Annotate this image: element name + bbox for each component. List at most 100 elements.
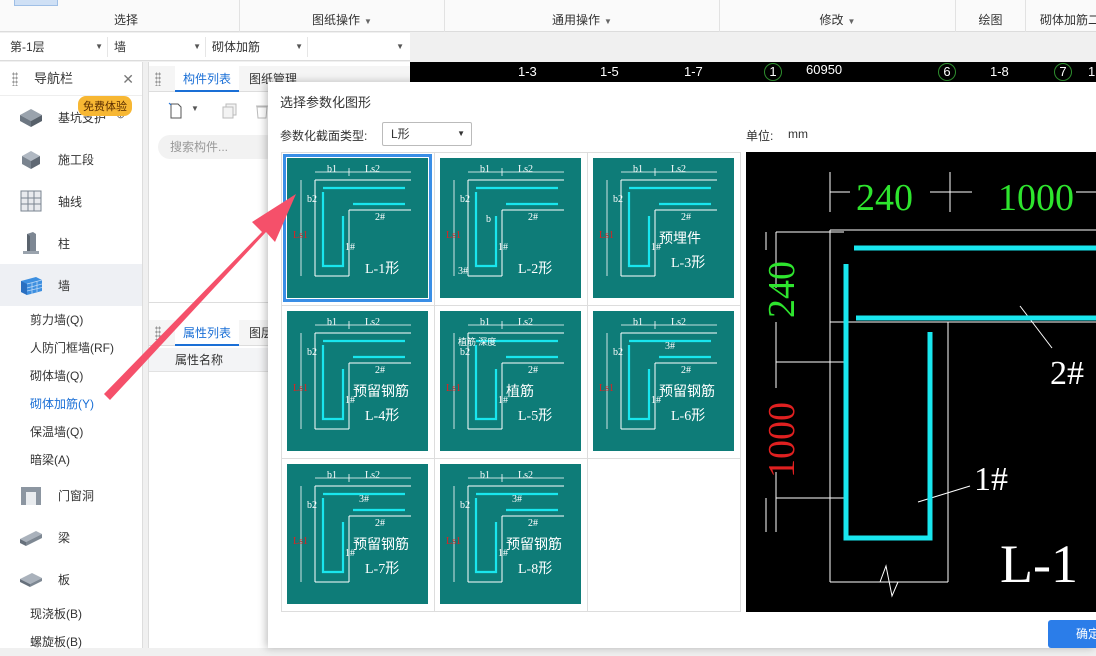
nav-subitem-hidden-beam[interactable]: 暗梁(A) (0, 446, 142, 474)
nav-item-wall[interactable]: 墙 (0, 264, 142, 306)
shape-option-l-7[interactable]: b1 Ls2 b2 Ls1 2# 1# 3# 预留钢筋 L-7形 (282, 459, 435, 612)
nav-subitem-shear-wall[interactable]: 剪力墙(Q) (0, 306, 142, 334)
nav-subitem-civil-defense-door-wall[interactable]: 人防门框墙(RF) (0, 334, 142, 362)
axis-label: 1-3 (518, 64, 537, 79)
dim-label-b1: b1 (327, 164, 337, 175)
nav-subitem-insulation-wall[interactable]: 保温墙(Q) (0, 418, 142, 446)
chevron-down-icon: ▼ (193, 42, 201, 51)
column-icon (23, 232, 39, 254)
nav-subitem-masonry-wall[interactable]: 砌体墙(Q) (0, 362, 142, 390)
new-component-icon[interactable] (167, 102, 185, 120)
nav-item-slab[interactable]: 板 (0, 558, 142, 600)
layer-selector-bar: 第-1层 ▼ 墙 ▼ 砌体加筋 ▼ ▼ (0, 33, 410, 61)
dim-label-b2: b2 (460, 194, 470, 205)
shape-option-l-2[interactable]: b1 Ls2 b2 Ls1 2# 1# b 3# L-2形 (435, 153, 588, 306)
shape-name: L-4形 (365, 409, 400, 424)
preview-bar1-label: 1# (974, 461, 1008, 498)
drag-handle-icon[interactable] (155, 326, 161, 340)
shape-option-l-8[interactable]: b1 Ls2 b2 Ls1 2# 1# 3# 预留钢筋 L-8形 (435, 459, 588, 612)
rebar-label-3: 3# (458, 266, 468, 277)
shape-name: L-2形 (518, 262, 553, 277)
shape-name: L-1形 (365, 262, 400, 277)
ribbon-group-modify[interactable]: 修改 ▼ (720, 0, 956, 32)
nav-item-axis[interactable]: 轴线 (0, 180, 142, 222)
shape-thumbnail[interactable]: b1 Ls2 b2 Ls1 2# 1# 3# 预留钢筋 L-7形 (287, 464, 428, 604)
shape-thumbnail[interactable]: b1 Ls2 b2 Ls1 2# 1# 植筋 深度 植筋 L-5形 (440, 311, 581, 451)
chevron-down-icon[interactable]: ▼ (191, 104, 199, 113)
nav-subitem-masonry-reinforcement[interactable]: 砌体加筋(Y) (0, 390, 142, 418)
close-icon[interactable]: ✕ (122, 62, 134, 96)
shape-name: L-7形 (365, 562, 400, 577)
shape-note: 预留钢筋 (353, 538, 409, 553)
chevron-down-icon: ▼ (457, 129, 465, 138)
shape-option-l-3[interactable]: b1 Ls2 b2 Ls1 2# 1# 预埋件 L-3形 (588, 153, 741, 306)
shape-name: L-5形 (518, 409, 553, 424)
shape-thumbnail[interactable]: b1 Ls2 b2 Ls1 2# 1# L-1形 (283, 154, 432, 302)
nav-item-beam[interactable]: 梁 (0, 516, 142, 558)
axis-dimension: 60950 (806, 62, 843, 77)
shape-thumbnail[interactable]: b1 Ls2 b2 Ls1 2# 1# b 3# L-2形 (440, 158, 581, 298)
nav-subitem-spiral-slab[interactable]: 螺旋板(B) (0, 628, 142, 656)
ok-button[interactable]: 确定 (1048, 620, 1096, 648)
cad-canvas[interactable]: 1-3 1-5 1-7 1 60950 6 1-8 7 1 (410, 62, 1096, 82)
nav-subitem-cast-slab[interactable]: 现浇板(B) (0, 600, 142, 628)
floor-select[interactable]: 第-1层 ▼ (4, 37, 108, 57)
dim-label-ls1: Ls1 (446, 230, 461, 241)
component-select[interactable]: ▼ (308, 37, 408, 57)
unit-value: mm (788, 127, 808, 141)
chevron-down-icon[interactable]: ▼ (848, 17, 856, 26)
category-select[interactable]: 墙 ▼ (108, 37, 206, 57)
dim-label-b2: b2 (307, 194, 317, 205)
shape-thumbnail[interactable]: b1 Ls2 b2 Ls1 2# 1# 3# 预留钢筋 L-6形 (593, 311, 734, 451)
copy-icon[interactable] (221, 102, 239, 120)
nav-item-construction-section[interactable]: 施工段 (0, 138, 142, 180)
ribbon-group-drawing-ops[interactable]: 图纸操作 ▼ (240, 0, 445, 32)
tab-component-list[interactable]: 构件列表 (175, 66, 240, 92)
dim-label-b2: b2 (613, 347, 623, 358)
axis-label: 1 (1088, 64, 1096, 79)
drag-handle-icon[interactable] (155, 72, 161, 86)
shape-option-l-4[interactable]: b1 Ls2 b2 Ls1 2# 1# 预留钢筋 L-4形 (282, 306, 435, 459)
select-tool-icon[interactable] (14, 0, 58, 6)
shape-thumbnail[interactable]: b1 Ls2 b2 Ls1 2# 1# 预留钢筋 L-4形 (287, 311, 428, 451)
tab-property-list[interactable]: 属性列表 (175, 320, 240, 346)
section-type-select[interactable]: L形 ▼ (382, 122, 472, 146)
shape-option-l-6[interactable]: b1 Ls2 b2 Ls1 2# 1# 3# 预留钢筋 L-6形 (588, 306, 741, 459)
dim-label-ls2: Ls2 (518, 470, 533, 481)
rebar-label-3: 3# (512, 494, 522, 505)
ribbon-group-draw[interactable]: 绘图 (956, 0, 1026, 32)
dim-label-b1: b1 (327, 317, 337, 328)
ribbon-group-select[interactable]: 选择 (0, 0, 240, 32)
dim-label-ls1: Ls1 (446, 383, 461, 394)
dim-label-b1: b1 (480, 164, 490, 175)
shape-option-l-1[interactable]: b1 Ls2 b2 Ls1 2# 1# L-1形 (282, 153, 435, 306)
chevron-down-icon[interactable]: ▼ (604, 17, 612, 26)
dim-label-b2: b2 (460, 500, 470, 511)
nav-header: 导航栏 ✕ (0, 62, 142, 96)
shape-thumbnail[interactable]: b1 Ls2 b2 Ls1 2# 1# 3# 预留钢筋 L-8形 (440, 464, 581, 604)
section-type-label: 参数化截面类型: (280, 129, 368, 143)
shape-thumbnail[interactable]: b1 Ls2 b2 Ls1 2# 1# 预埋件 L-3形 (593, 158, 734, 298)
component-search-input[interactable]: 搜索构件... (158, 135, 278, 159)
preview-dim-top2: 1000 (998, 177, 1074, 219)
floor-select-value: 第-1层 (10, 40, 45, 54)
rebar-label-2: 2# (681, 365, 691, 376)
ribbon-group-masonry[interactable]: 砌体加筋二 (1026, 0, 1096, 32)
rebar-lines (321, 186, 405, 268)
dim-label-b2: b2 (460, 347, 470, 358)
slab-icon (20, 573, 42, 587)
nav-item-column[interactable]: 柱 (0, 222, 142, 264)
drag-handle-icon[interactable] (12, 72, 18, 86)
axis-bubble: 7 (1054, 63, 1072, 81)
shape-name: L-8形 (518, 562, 553, 577)
shape-option-l-5[interactable]: b1 Ls2 b2 Ls1 2# 1# 植筋 深度 植筋 L-5形 (435, 306, 588, 459)
nav-item-door-window[interactable]: 门窗洞 (0, 474, 142, 516)
chevron-down-icon[interactable]: ▼ (364, 17, 372, 26)
unit-label: 单位: (746, 129, 774, 143)
ribbon-group-common-ops[interactable]: 通用操作 ▼ (445, 0, 720, 32)
dim-label-ls2: Ls2 (518, 164, 533, 175)
ribbon-group-label: 选择 (113, 13, 138, 27)
navigation-panel: 导航栏 ✕ 基坑支护 ⊕ 施工段 轴线 柱 墙 剪力墙(Q) 人防门框墙(RF)… (0, 62, 143, 649)
type-select[interactable]: 砌体加筋 ▼ (206, 37, 308, 57)
free-trial-badge[interactable]: 免费体验 (78, 96, 132, 116)
